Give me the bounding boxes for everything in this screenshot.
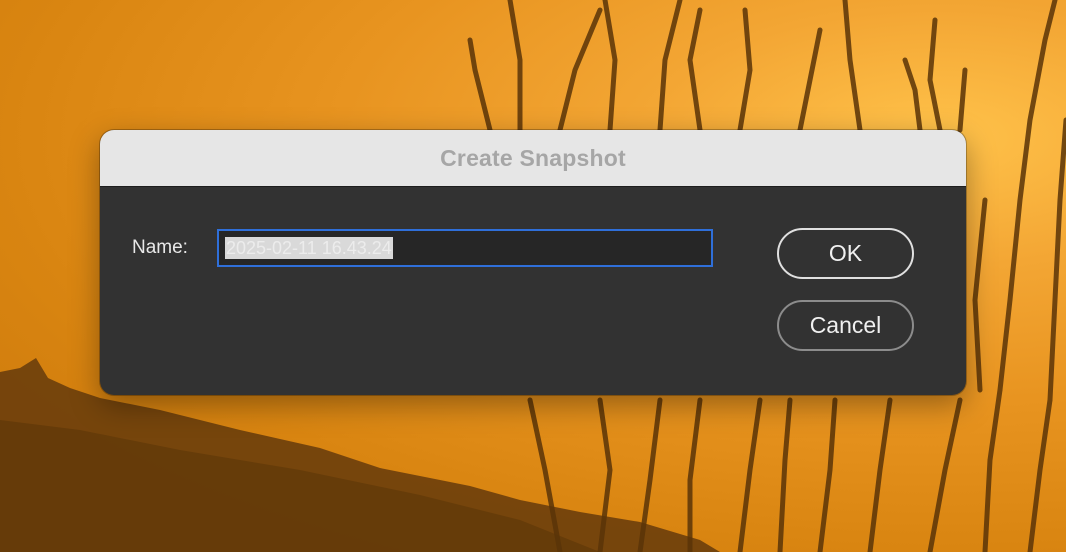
desktop-wallpaper: Create Snapshot Name: 2025-02-11 16.43.2… bbox=[0, 0, 1066, 552]
create-snapshot-dialog: Create Snapshot Name: 2025-02-11 16.43.2… bbox=[100, 130, 966, 395]
snapshot-name-selected-text: 2025-02-11 16.43.24 bbox=[225, 237, 393, 259]
name-label: Name: bbox=[132, 237, 188, 258]
ok-button[interactable]: OK bbox=[777, 228, 914, 279]
cancel-button-label: Cancel bbox=[809, 312, 882, 338]
dialog-titlebar[interactable]: Create Snapshot bbox=[100, 130, 966, 187]
snapshot-name-input[interactable]: 2025-02-11 16.43.24 bbox=[217, 229, 713, 267]
dialog-title: Create Snapshot bbox=[440, 144, 626, 171]
ok-button-label: OK bbox=[828, 240, 863, 266]
cancel-button[interactable]: Cancel bbox=[777, 300, 914, 351]
